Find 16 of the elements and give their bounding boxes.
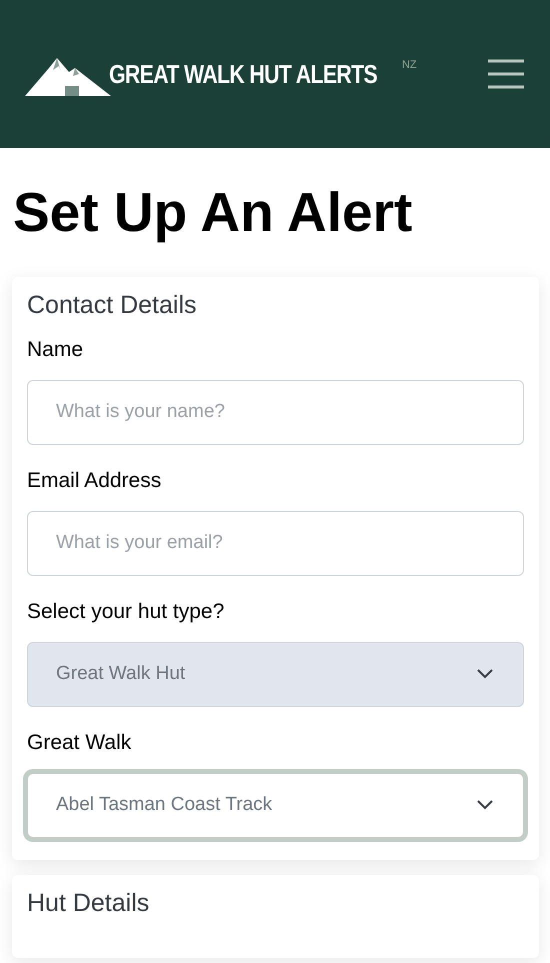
input-field[interactable]: What is your email? — [27, 510, 524, 576]
section-title: Contact Details — [27, 290, 198, 320]
brand-superscript: NZ — [402, 59, 417, 71]
page-title: Set Up An Alert — [13, 182, 414, 242]
field-label: Great Walk — [27, 730, 132, 754]
mountain-hut-logo-icon — [25, 58, 111, 96]
section-title: Hut Details — [27, 888, 150, 918]
menu-icon — [488, 59, 524, 89]
field-label: Name — [27, 338, 84, 362]
input-field[interactable]: What is your name? — [27, 380, 524, 444]
menu-button[interactable] — [488, 59, 524, 89]
field-label: Select your hut type? — [27, 600, 226, 624]
chevron-down-icon — [477, 669, 493, 679]
field-label: Email Address — [27, 468, 162, 492]
chevron-down-icon — [477, 800, 493, 810]
brand-name[interactable]: GREAT WALK HUT ALERTS — [109, 58, 378, 90]
